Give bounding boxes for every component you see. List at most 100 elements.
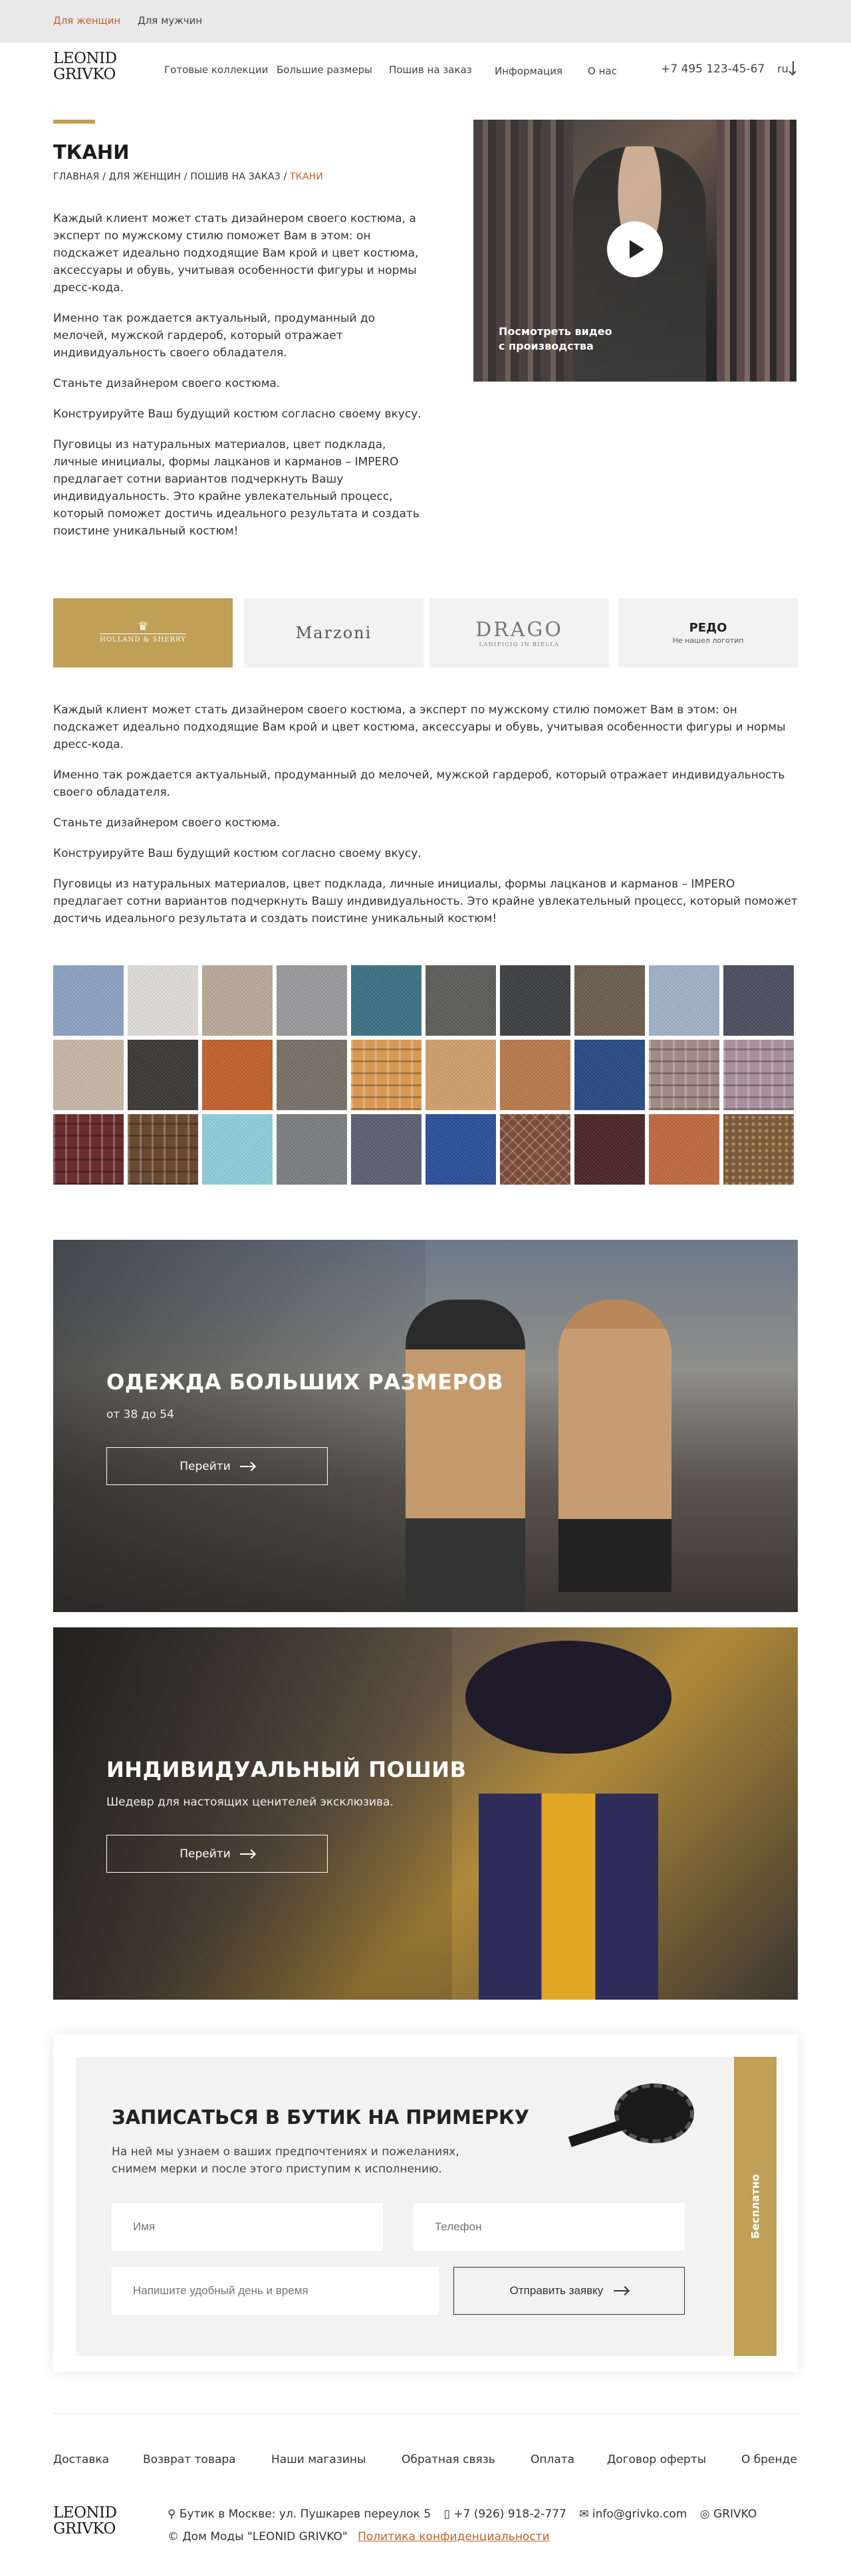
fabric-swatch[interactable]	[574, 1114, 645, 1185]
logo[interactable]: LEONID GRIVKO	[53, 51, 117, 82]
fabric-swatch[interactable]	[723, 1040, 794, 1110]
footer-link-offer[interactable]: Договор оферты	[607, 2453, 706, 2466]
fabric-swatch[interactable]	[426, 965, 496, 1036]
footer-link-payment[interactable]: Оплата	[531, 2453, 574, 2466]
promo-individual-tailoring[interactable]: ИНДИВИДУАЛЬНЫЙ ПОШИВ Шедевр для настоящи…	[53, 1627, 798, 2000]
nav-about[interactable]: О нас	[588, 65, 617, 77]
location-pin-icon: ⚲	[168, 2508, 176, 2521]
fabric-swatch[interactable]	[351, 965, 422, 1036]
fabric-swatch[interactable]	[649, 1040, 719, 1110]
nav-tailoring[interactable]: Пошив на заказ	[389, 64, 472, 76]
fabric-swatch[interactable]	[649, 965, 719, 1036]
fabric-swatch[interactable]	[53, 1114, 124, 1185]
intro-paragraph: Каждый клиент может стать дизайнером сво…	[53, 212, 419, 294]
footer-logo[interactable]: LEONID GRIVKO	[53, 2505, 117, 2537]
footer-legal: © Дом Моды "LEONID GRIVKO" Политика конф…	[168, 2530, 550, 2543]
fabric-swatch[interactable]	[53, 1040, 124, 1110]
footer-link-delivery[interactable]: Доставка	[53, 2453, 109, 2466]
description-paragraph: Каждый клиент может стать дизайнером сво…	[53, 703, 786, 751]
nav-big-sizes[interactable]: Большие размеры	[277, 64, 372, 76]
tab-women[interactable]: Для женщин	[53, 15, 120, 27]
arrow-down-icon[interactable]	[792, 61, 794, 74]
date-time-field[interactable]	[112, 2267, 439, 2315]
breadcrumb-women[interactable]: ДЛЯ ЖЕНЩИН	[109, 172, 181, 182]
fabric-swatch[interactable]	[574, 965, 645, 1036]
fabric-swatch[interactable]	[128, 1114, 198, 1185]
fabric-swatch[interactable]	[426, 1114, 496, 1185]
model-image	[558, 1300, 671, 1592]
footer-link-returns[interactable]: Возврат товара	[143, 2453, 236, 2466]
promo-subtitle: от 38 до 54	[106, 1408, 174, 1421]
footer-divider	[53, 2413, 798, 2414]
fabric-swatch[interactable]	[128, 1040, 198, 1110]
fabric-swatch[interactable]	[500, 1040, 570, 1110]
breadcrumb-separator: /	[280, 172, 291, 182]
fabric-swatch[interactable]	[500, 1114, 570, 1185]
description-paragraph: Станьте дизайнером своего костюма.	[53, 816, 281, 830]
fabric-swatch[interactable]	[649, 1114, 719, 1185]
form-description-line: снимем мерки и после этого приступим к и…	[112, 2163, 442, 2176]
header-phone[interactable]: +7 495 123-45-67	[661, 62, 765, 76]
fabric-swatch[interactable]	[128, 965, 198, 1036]
model-image	[406, 1300, 525, 1612]
nav-info[interactable]: Информация	[495, 65, 562, 77]
fabric-swatch[interactable]	[426, 1040, 496, 1110]
form-body: ЗАПИСАТЬСЯ В БУТИК НА ПРИМЕРКУ На ней мы…	[76, 2057, 734, 2356]
footer-social[interactable]: GRIVKO	[713, 2508, 757, 2521]
tab-men[interactable]: Для мужчин	[138, 15, 202, 27]
arrow-right-icon	[614, 2290, 629, 2291]
footer-link-feedback[interactable]: Обратная связь	[402, 2453, 495, 2466]
model-image	[479, 1794, 658, 2000]
button-label: Перейти	[180, 1847, 231, 1861]
button-label: Перейти	[180, 1459, 231, 1473]
logo-line-2: GRIVKO	[53, 66, 116, 83]
submit-button[interactable]: Отправить заявку	[453, 2267, 685, 2315]
fabric-swatch[interactable]	[277, 1040, 347, 1110]
breadcrumb-home[interactable]: ГЛАВНАЯ	[53, 172, 99, 182]
fabric-swatch[interactable]	[574, 1040, 645, 1110]
promo-tailoring-button[interactable]: Перейти	[106, 1835, 328, 1873]
mail-icon: ✉	[579, 2508, 589, 2521]
fabric-swatch[interactable]	[723, 965, 794, 1036]
promo-subtitle: Шедевр для настоящих ценителей эксклюзив…	[106, 1796, 394, 1809]
fabric-swatch[interactable]	[277, 1114, 347, 1185]
fabric-swatch[interactable]	[351, 1040, 422, 1110]
phone-icon: ▯	[443, 2508, 450, 2521]
nav-collections[interactable]: Готовые коллекции	[164, 64, 268, 76]
footer-phone[interactable]: +7 (926) 918-2-777	[453, 2508, 566, 2521]
brand-drago[interactable]: DRAGO LANIFICIO IN BIELLA	[429, 598, 609, 667]
fabric-swatch[interactable]	[500, 965, 570, 1036]
video-preview[interactable]: Посмотреть видео с производства	[473, 120, 796, 382]
fabric-swatch[interactable]	[277, 965, 347, 1036]
form-description-line: На ней мы узнаем о ваших предпочтениях и…	[112, 2145, 459, 2159]
footer-contacts: ⚲ Бутик в Москве: ул. Пушкарев переулок …	[168, 2508, 757, 2521]
language-select[interactable]: ru	[777, 62, 789, 75]
arrow-right-icon	[239, 1853, 255, 1855]
form-title: ЗАПИСАТЬСЯ В БУТИК НА ПРИМЕРКУ	[112, 2106, 530, 2129]
brand-holland-sherry[interactable]: ♛ HOLLAND & SHERRY	[53, 598, 233, 667]
fabric-swatch[interactable]	[202, 965, 273, 1036]
fabric-swatch[interactable]	[202, 1114, 273, 1185]
fabric-swatch[interactable]	[202, 1040, 273, 1110]
promo-big-sizes-button[interactable]: Перейти	[106, 1447, 328, 1485]
description-paragraph: Конструируйте Ваш будущий костюм согласн…	[53, 847, 422, 860]
privacy-policy-link[interactable]: Политика конфиденциальности	[358, 2530, 550, 2543]
copyright: © Дом Моды "LEONID GRIVKO"	[168, 2530, 348, 2543]
footer-link-brand[interactable]: О бренде	[741, 2453, 797, 2466]
page-title: ТКАНИ	[53, 141, 130, 164]
play-icon[interactable]	[607, 221, 663, 277]
phone-field[interactable]	[414, 2203, 685, 2251]
brand-redo[interactable]: РЕДО Не нашел логотип	[618, 598, 798, 667]
hat-image	[465, 1641, 671, 1754]
promo-big-sizes[interactable]: ОДЕЖДА БОЛЬШИХ РАЗМЕРОВ от 38 до 54 Пере…	[53, 1240, 798, 1612]
brand-marzoni[interactable]: Marzoni	[244, 598, 424, 667]
footer-email[interactable]: info@grivko.com	[592, 2508, 687, 2521]
intro-paragraph: Пуговицы из натуральных материалов, цвет…	[53, 438, 420, 538]
breadcrumb-tailoring[interactable]: ПОШИВ НА ЗАКАЗ	[190, 172, 280, 182]
instagram-icon[interactable]: ◎	[700, 2508, 710, 2521]
footer-link-stores[interactable]: Наши магазины	[271, 2453, 366, 2466]
fabric-swatch[interactable]	[53, 965, 124, 1036]
fabric-swatch[interactable]	[351, 1114, 422, 1185]
fabric-swatch[interactable]	[723, 1114, 794, 1185]
name-field[interactable]	[112, 2203, 383, 2251]
